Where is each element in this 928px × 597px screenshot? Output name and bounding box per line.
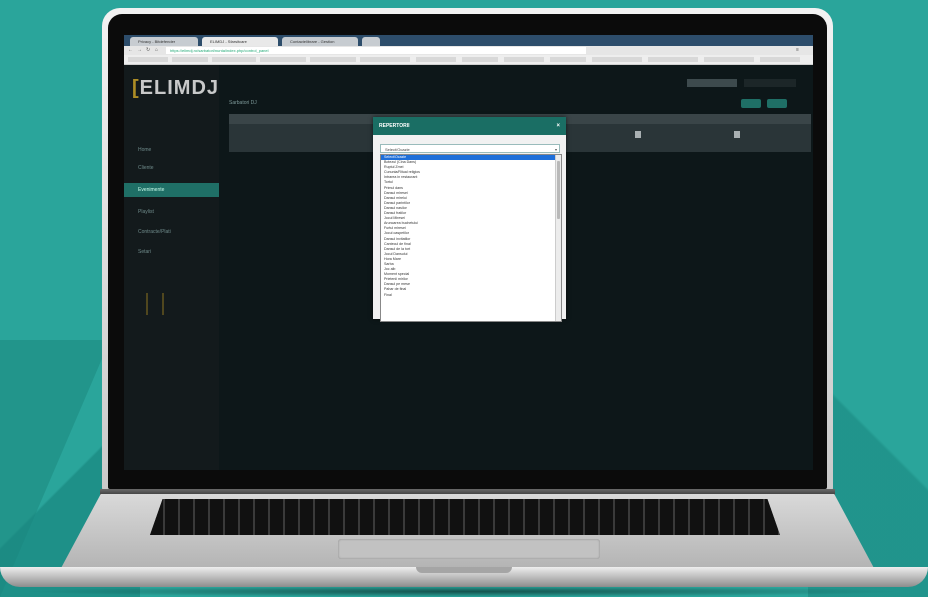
url-field[interactable]: https://elimdj.ro/sarbatori/nunta/index.… xyxy=(166,47,586,54)
bookmark-item[interactable] xyxy=(550,57,586,62)
edit-icon[interactable] xyxy=(635,131,641,138)
home-icon[interactable]: ⌂ xyxy=(155,47,158,54)
bookmark-item[interactable] xyxy=(360,57,410,62)
sidebar-item-contracts[interactable]: Contracte/Plati xyxy=(124,225,219,239)
laptop-shadow xyxy=(20,586,908,597)
browser-tab-active[interactable]: ELIMDJ - Sfarsitcare xyxy=(202,37,278,46)
laptop-keyboard xyxy=(150,499,780,535)
bookmark-item[interactable] xyxy=(212,57,256,62)
bookmark-item[interactable] xyxy=(260,57,306,62)
sidebar-item-clients[interactable]: Cliente xyxy=(124,161,219,175)
action-button[interactable] xyxy=(767,99,787,108)
bookmark-item[interactable] xyxy=(172,57,208,62)
laptop-notch xyxy=(416,567,512,573)
bookmark-item[interactable] xyxy=(128,57,168,62)
delete-icon[interactable] xyxy=(734,131,740,138)
logo-text: ELIMDJ xyxy=(139,77,220,99)
occasion-dropdown-list: Select/Ocazie Botezul (Cina Dans) Ruptul Z… xyxy=(380,154,562,322)
laptop-screen: Privacy - Bitdefender ELIMDJ - Sfarsitca… xyxy=(124,35,813,470)
bookmark-item[interactable] xyxy=(760,57,800,62)
close-icon[interactable]: × xyxy=(556,117,560,135)
option-list: Select/Ocazie Botezul (Cina Dans) Ruptul Z… xyxy=(381,155,561,298)
bookmark-item[interactable] xyxy=(504,57,544,62)
browser-tab[interactable]: Privacy - Bitdefender xyxy=(130,37,198,46)
sidebar-item-settings[interactable]: Setari xyxy=(124,245,219,259)
laptop-trackpad xyxy=(338,539,600,559)
chevron-down-icon: ▾ xyxy=(554,147,557,152)
dropdown-option[interactable]: Final xyxy=(381,293,561,298)
bookmark-item[interactable] xyxy=(592,57,642,62)
new-tab-button[interactable] xyxy=(362,37,380,46)
bookmark-item[interactable] xyxy=(648,57,698,62)
bookmark-item[interactable] xyxy=(704,57,754,62)
forward-icon[interactable]: → xyxy=(137,47,142,54)
browser-tab[interactable]: Contactelibrare - Gestion xyxy=(282,37,358,46)
occasion-select[interactable]: Select/Ocazie ▾ xyxy=(380,144,560,153)
address-bar-row: ← → ↻ ⌂ https://elimdj.ro/sarbatori/nunt… xyxy=(124,46,813,55)
search-input[interactable] xyxy=(687,79,737,87)
select-value: Select/Ocazie xyxy=(385,147,410,152)
sidebar: [ELIMDJ Home Cliente Evenimente Playlist… xyxy=(124,65,219,470)
bookmark-item[interactable] xyxy=(416,57,456,62)
tab-label: Privacy - Bitdefender xyxy=(138,39,176,44)
action-button[interactable] xyxy=(741,99,761,108)
repertoire-modal: REPERTORII × Select/Ocazie ▾ Select/Ocaz… xyxy=(373,117,566,322)
modal-header: REPERTORII × xyxy=(373,117,566,135)
tab-label: ELIMDJ - Sfarsitcare xyxy=(210,39,247,44)
tab-label: Contactelibrare - Gestion xyxy=(290,39,335,44)
page-title: Sarbatori DJ xyxy=(229,100,257,106)
user-menu[interactable] xyxy=(744,79,796,87)
sidebar-item-playlist[interactable]: Playlist xyxy=(124,205,219,219)
bookmark-item[interactable] xyxy=(310,57,356,62)
bookmark-item[interactable] xyxy=(462,57,498,62)
menu-icon[interactable]: ≡ xyxy=(796,47,799,54)
back-icon[interactable]: ← xyxy=(128,47,133,54)
logo-bracket: [ xyxy=(132,77,140,99)
app-logo: [ELIMDJ xyxy=(132,77,219,100)
modal-title: REPERTORII xyxy=(379,123,410,129)
web-app: [ELIMDJ Home Cliente Evenimente Playlist… xyxy=(124,65,813,470)
scrollbar-thumb[interactable] xyxy=(557,161,560,219)
sidebar-item-events[interactable]: Evenimente xyxy=(124,183,219,197)
sidebar-ornament xyxy=(146,293,164,315)
bookmarks-bar xyxy=(124,55,813,65)
sidebar-item-home[interactable]: Home xyxy=(124,143,219,157)
dropdown-scrollbar[interactable] xyxy=(555,155,561,321)
browser-tab-bar: Privacy - Bitdefender ELIMDJ - Sfarsitca… xyxy=(124,35,813,46)
reload-icon[interactable]: ↻ xyxy=(146,47,150,54)
